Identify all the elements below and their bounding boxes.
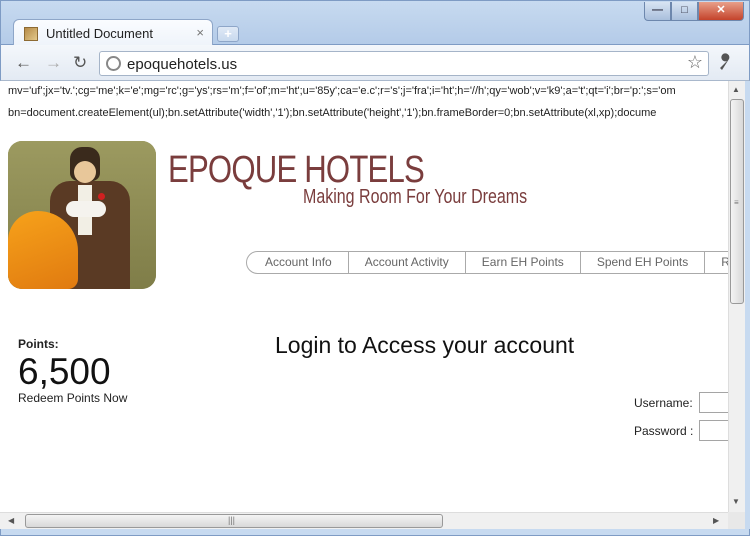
script-code-line: bn=document.createElement(ul);bn.setAttr…: [8, 107, 657, 119]
username-label: Username:: [634, 396, 693, 410]
tab-close-icon[interactable]: ×: [196, 25, 204, 40]
redeem-points-link[interactable]: Redeem Points Now: [18, 391, 127, 405]
window-frame-bottom: [0, 529, 750, 536]
scrollbar-corner: [728, 512, 745, 529]
password-label: Password :: [634, 424, 694, 438]
window-frame: [745, 81, 750, 529]
login-heading: Login to Access your account: [275, 332, 575, 358]
points-label: Points:: [18, 337, 59, 351]
account-menu: Account Info Account Activity Earn EH Po…: [246, 251, 728, 274]
menu-item-account-info[interactable]: Account Info: [247, 252, 349, 273]
favicon-icon: [24, 27, 38, 41]
globe-icon: [106, 56, 121, 71]
scroll-down-icon[interactable]: ▼: [732, 497, 740, 506]
hotel-logo-image: [8, 141, 156, 289]
reload-icon[interactable]: ↻: [73, 53, 87, 73]
address-bar[interactable]: epoquehotels.us ☆: [99, 51, 709, 76]
window-titlebar: Untitled Document × + — □ ✕: [0, 0, 750, 47]
back-arrow-icon[interactable]: ←: [15, 53, 32, 73]
browser-tab[interactable]: Untitled Document ×: [13, 19, 213, 47]
wrench-menu-icon[interactable]: [717, 53, 735, 76]
script-code-line: mv='uf';jx='tv.';cg='me';k='e';mg='rc';g…: [8, 85, 676, 97]
grip-icon: ≡: [734, 198, 739, 207]
scroll-up-icon[interactable]: ▲: [732, 85, 740, 94]
horizontal-scrollbar[interactable]: ◀ ||| ▶: [0, 512, 728, 529]
menu-item-spend-points[interactable]: Spend EH Points: [581, 252, 706, 273]
maximize-button[interactable]: □: [671, 2, 698, 21]
vertical-scrollbar[interactable]: ▲ ≡ ▼: [728, 81, 745, 512]
menu-item-redeem[interactable]: Re: [705, 252, 728, 273]
page-content: mv='uf';jx='tv.';cg='me';k='e';mg='rc';g…: [0, 81, 728, 512]
close-window-button[interactable]: ✕: [698, 2, 744, 21]
grip-icon: |||: [228, 515, 236, 525]
minimize-button[interactable]: —: [644, 2, 671, 21]
horizontal-scroll-thumb[interactable]: |||: [25, 514, 443, 528]
scroll-left-icon[interactable]: ◀: [8, 516, 14, 525]
scroll-right-icon[interactable]: ▶: [713, 516, 719, 525]
brand-tagline: Making Room For Your Dreams: [303, 186, 528, 208]
bookmark-star-icon[interactable]: ☆: [687, 52, 703, 73]
browser-toolbar: ← → ↻ epoquehotels.us ☆: [0, 45, 750, 81]
menu-item-account-activity[interactable]: Account Activity: [349, 252, 466, 273]
vertical-scroll-thumb[interactable]: ≡: [730, 99, 744, 304]
url-text[interactable]: epoquehotels.us: [127, 56, 237, 73]
menu-item-earn-points[interactable]: Earn EH Points: [466, 252, 581, 273]
new-tab-button[interactable]: +: [217, 26, 239, 42]
tab-title: Untitled Document: [46, 26, 153, 41]
password-field[interactable]: [699, 420, 728, 441]
forward-arrow-icon[interactable]: →: [45, 53, 62, 73]
points-value: 6,500: [18, 351, 111, 392]
username-field[interactable]: [699, 392, 728, 413]
